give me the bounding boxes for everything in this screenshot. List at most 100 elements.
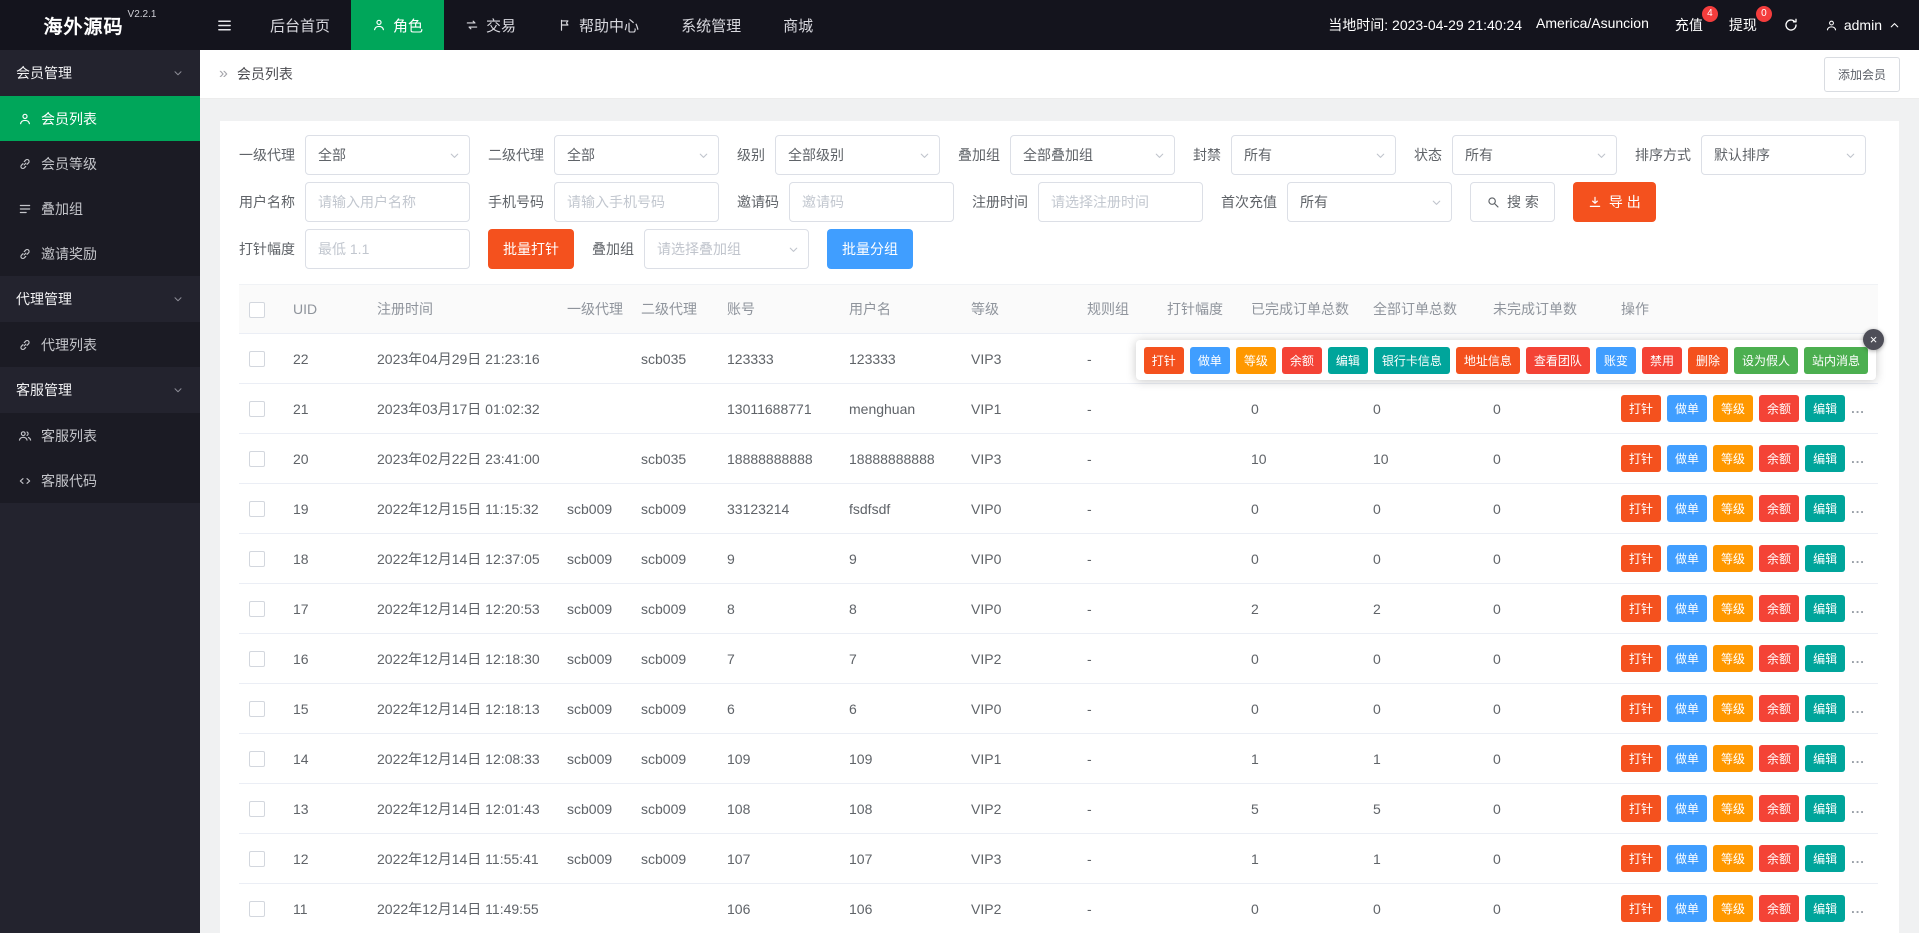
row-action-balance[interactable]: 余额 xyxy=(1759,645,1800,672)
agent2-select[interactable]: 全部 xyxy=(554,135,719,175)
row-action-inject[interactable]: 打针 xyxy=(1621,645,1662,672)
nav-item-roles[interactable]: 角色 xyxy=(351,0,445,50)
popover-close-button[interactable]: × xyxy=(1863,329,1884,350)
sidebar-item-invite-reward[interactable]: 邀请奖励 xyxy=(0,231,200,276)
batch-inject-button[interactable]: 批量打针 xyxy=(488,229,574,269)
reg-time-input[interactable] xyxy=(1038,182,1203,222)
more-actions-button[interactable]: ... xyxy=(1851,751,1865,766)
row-action-inject[interactable]: 打针 xyxy=(1621,895,1662,922)
popover-action-order[interactable]: 做单 xyxy=(1189,346,1230,374)
row-action-order[interactable]: 做单 xyxy=(1667,695,1708,722)
more-actions-button[interactable]: ... xyxy=(1851,551,1865,566)
sort-select[interactable]: 默认排序 xyxy=(1701,135,1866,175)
sidebar-item-service-code[interactable]: 客服代码 xyxy=(0,458,200,503)
row-action-level[interactable]: 等级 xyxy=(1713,645,1754,672)
row-action-edit[interactable]: 编辑 xyxy=(1805,545,1846,572)
row-action-edit[interactable]: 编辑 xyxy=(1805,795,1846,822)
row-action-balance[interactable]: 余额 xyxy=(1759,895,1800,922)
row-action-edit[interactable]: 编辑 xyxy=(1805,395,1846,422)
inject-range-input[interactable] xyxy=(305,229,470,269)
select-all-checkbox[interactable] xyxy=(249,301,265,318)
username-input[interactable] xyxy=(305,182,470,222)
row-action-inject[interactable]: 打针 xyxy=(1621,445,1662,472)
row-action-balance[interactable]: 余额 xyxy=(1759,795,1800,822)
popover-action-level[interactable]: 等级 xyxy=(1235,346,1276,374)
popover-action-address[interactable]: 地址信息 xyxy=(1455,346,1520,374)
row-action-edit[interactable]: 编辑 xyxy=(1805,595,1846,622)
row-action-level[interactable]: 等级 xyxy=(1713,895,1754,922)
row-action-balance[interactable]: 余额 xyxy=(1759,695,1800,722)
row-action-order[interactable]: 做单 xyxy=(1667,445,1708,472)
row-action-balance[interactable]: 余额 xyxy=(1759,495,1800,522)
sidebar-item-member-list[interactable]: 会员列表 xyxy=(0,96,200,141)
more-actions-button[interactable]: ... xyxy=(1851,801,1865,816)
row-action-order[interactable]: 做单 xyxy=(1667,645,1708,672)
sidebar-group-service[interactable]: 客服管理 xyxy=(0,367,200,413)
ban-select[interactable]: 所有 xyxy=(1231,135,1396,175)
more-actions-button[interactable]: ... xyxy=(1851,451,1865,466)
sidebar-item-member-level[interactable]: 会员等级 xyxy=(0,141,200,186)
menu-toggle-button[interactable] xyxy=(200,0,249,50)
row-checkbox[interactable] xyxy=(249,351,265,368)
row-action-inject[interactable]: 打针 xyxy=(1621,795,1662,822)
row-action-inject[interactable]: 打针 xyxy=(1621,695,1662,722)
recharge-link[interactable]: 充值 4 xyxy=(1675,6,1718,35)
row-action-order[interactable]: 做单 xyxy=(1667,795,1708,822)
add-member-button[interactable]: 添加会员 xyxy=(1823,56,1900,92)
row-action-edit[interactable]: 编辑 xyxy=(1805,895,1846,922)
first-charge-select[interactable]: 所有 xyxy=(1287,182,1452,222)
popover-action-delete[interactable]: 删除 xyxy=(1687,346,1728,374)
nav-item-system[interactable]: 系统管理 xyxy=(660,0,762,50)
row-action-level[interactable]: 等级 xyxy=(1713,695,1754,722)
row-action-inject[interactable]: 打针 xyxy=(1621,595,1662,622)
row-checkbox[interactable] xyxy=(249,651,265,668)
row-action-order[interactable]: 做单 xyxy=(1667,495,1708,522)
more-actions-button[interactable]: ... xyxy=(1851,851,1865,866)
row-action-order[interactable]: 做单 xyxy=(1667,745,1708,772)
status-select[interactable]: 所有 xyxy=(1452,135,1617,175)
refresh-button[interactable] xyxy=(1783,17,1799,33)
popover-action-bank-card[interactable]: 银行卡信息 xyxy=(1373,346,1450,374)
invite-code-input[interactable] xyxy=(789,182,954,222)
level-select[interactable]: 全部级别 xyxy=(775,135,940,175)
phone-input[interactable] xyxy=(554,182,719,222)
overlay-group-select[interactable]: 全部叠加组 xyxy=(1010,135,1175,175)
nav-item-help[interactable]: 帮助中心 xyxy=(537,0,660,50)
popover-action-fake-user[interactable]: 设为假人 xyxy=(1733,346,1798,374)
row-action-order[interactable]: 做单 xyxy=(1667,895,1708,922)
row-checkbox[interactable] xyxy=(249,551,265,568)
row-action-level[interactable]: 等级 xyxy=(1713,495,1754,522)
row-action-level[interactable]: 等级 xyxy=(1713,745,1754,772)
batch-group-select[interactable]: 请选择叠加组 xyxy=(644,229,809,269)
more-actions-button[interactable]: ... xyxy=(1851,501,1865,516)
sidebar-group-agent[interactable]: 代理管理 xyxy=(0,276,200,322)
agent1-select[interactable]: 全部 xyxy=(305,135,470,175)
row-action-level[interactable]: 等级 xyxy=(1713,845,1754,872)
sidebar-group-member[interactable]: 会员管理 xyxy=(0,50,200,96)
row-action-level[interactable]: 等级 xyxy=(1713,595,1754,622)
row-action-balance[interactable]: 余额 xyxy=(1759,595,1800,622)
row-checkbox[interactable] xyxy=(249,751,265,768)
nav-item-trade[interactable]: 交易 xyxy=(444,0,537,50)
row-action-balance[interactable]: 余额 xyxy=(1759,745,1800,772)
popover-action-edit[interactable]: 编辑 xyxy=(1327,346,1368,374)
row-action-inject[interactable]: 打针 xyxy=(1621,845,1662,872)
popover-action-balance[interactable]: 余额 xyxy=(1281,346,1322,374)
more-actions-button[interactable]: ... xyxy=(1851,901,1865,916)
row-action-order[interactable]: 做单 xyxy=(1667,595,1708,622)
row-action-order[interactable]: 做单 xyxy=(1667,845,1708,872)
row-action-edit[interactable]: 编辑 xyxy=(1805,845,1846,872)
export-button[interactable]: 导 出 xyxy=(1572,182,1656,222)
more-actions-button[interactable]: ... xyxy=(1851,601,1865,616)
row-checkbox[interactable] xyxy=(249,501,265,518)
row-action-inject[interactable]: 打针 xyxy=(1621,495,1662,522)
batch-group-button[interactable]: 批量分组 xyxy=(827,229,913,269)
row-action-inject[interactable]: 打针 xyxy=(1621,545,1662,572)
row-action-inject[interactable]: 打针 xyxy=(1621,745,1662,772)
more-actions-button[interactable]: ... xyxy=(1851,651,1865,666)
admin-menu[interactable]: admin xyxy=(1825,17,1901,33)
row-action-order[interactable]: 做单 xyxy=(1667,545,1708,572)
row-action-level[interactable]: 等级 xyxy=(1713,545,1754,572)
row-checkbox[interactable] xyxy=(249,401,265,418)
row-action-level[interactable]: 等级 xyxy=(1713,395,1754,422)
